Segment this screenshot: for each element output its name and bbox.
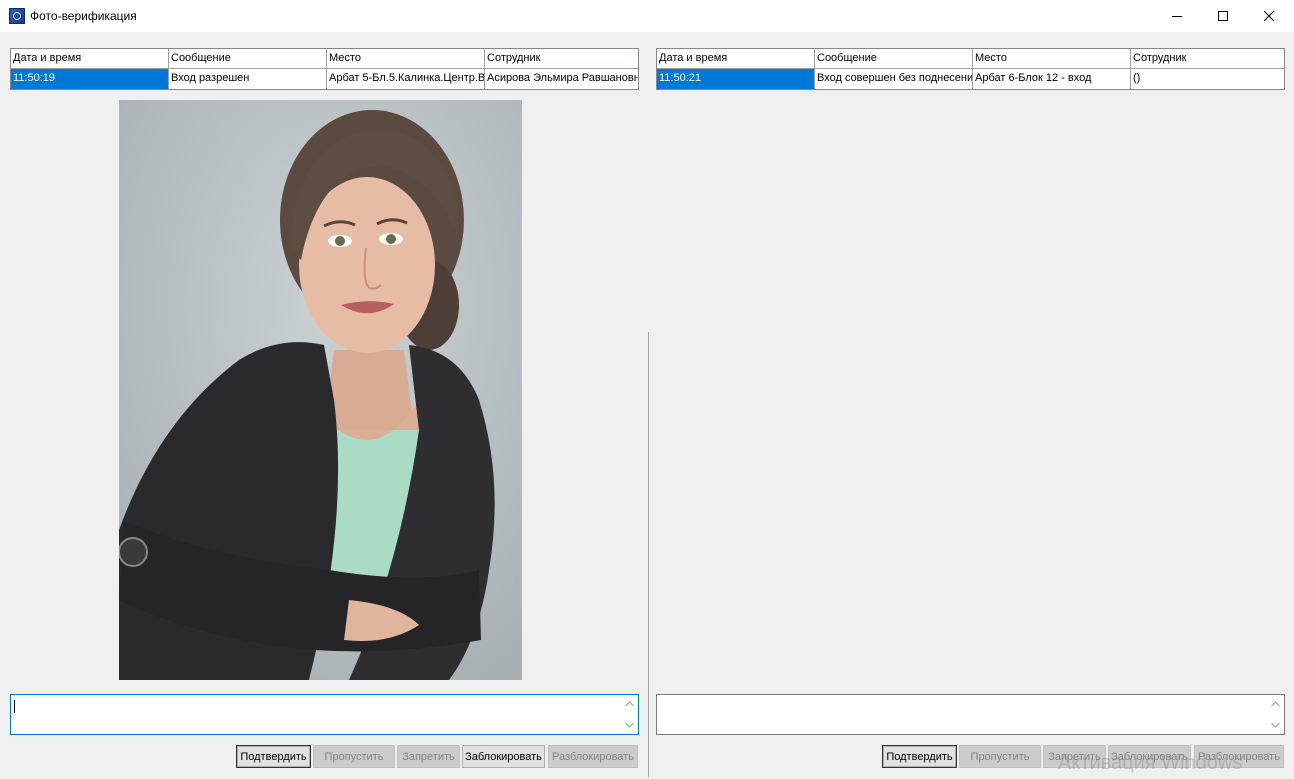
employee-photo	[119, 100, 522, 680]
chevron-up-icon[interactable]	[625, 701, 634, 707]
close-button[interactable]	[1246, 0, 1292, 32]
right-comment-field[interactable]	[656, 694, 1285, 735]
cell-employee[interactable]: Асирова Эльмира Равшановн	[485, 69, 638, 89]
text-caret	[14, 700, 15, 713]
minimize-icon	[1171, 15, 1182, 17]
cube-app-icon[interactable]	[9, 8, 25, 24]
close-icon	[1263, 10, 1274, 21]
unblock-button[interactable]: Разблокировать	[548, 745, 638, 768]
confirm-button[interactable]: Подтвердить	[882, 745, 957, 768]
windows-activation-watermark: Активация Windows	[1058, 752, 1243, 774]
skip-button[interactable]: Пропустить	[959, 745, 1041, 768]
column-header-employee[interactable]: Сотрудник	[1131, 49, 1284, 69]
cell-datetime[interactable]: 11:50:19	[11, 69, 169, 89]
confirm-button[interactable]: Подтвердить	[236, 745, 311, 768]
chevron-up-icon[interactable]	[1271, 701, 1280, 707]
cell-employee[interactable]: ()	[1131, 69, 1284, 89]
column-header-employee[interactable]: Сотрудник	[485, 49, 638, 69]
minimize-button[interactable]	[1154, 0, 1200, 32]
column-header-datetime[interactable]: Дата и время	[11, 49, 169, 69]
column-header-message[interactable]: Сообщение	[169, 49, 327, 69]
chevron-down-icon[interactable]	[625, 722, 634, 728]
deny-button[interactable]: Запретить	[397, 745, 460, 768]
vertical-scrollbar[interactable]	[1267, 695, 1284, 734]
skip-button[interactable]: Пропустить	[313, 745, 395, 768]
maximize-icon	[1217, 10, 1228, 21]
chevron-down-icon[interactable]	[1271, 722, 1280, 728]
vertical-scrollbar[interactable]	[621, 695, 638, 734]
cell-message[interactable]: Вход совершен без поднесени	[815, 69, 973, 89]
window-title: Фото-верификация	[30, 9, 137, 23]
left-comment-field[interactable]	[10, 694, 639, 735]
title-bar[interactable]: Фото-верификация	[0, 0, 1294, 33]
right-events-grid[interactable]: Дата и время Сообщение Место Сотрудник 1…	[656, 48, 1285, 90]
column-header-place[interactable]: Место	[327, 49, 485, 69]
maximize-button[interactable]	[1200, 0, 1246, 32]
column-header-datetime[interactable]: Дата и время	[657, 49, 815, 69]
cell-datetime[interactable]: 11:50:21	[657, 69, 815, 89]
column-header-message[interactable]: Сообщение	[815, 49, 973, 69]
left-events-grid[interactable]: Дата и время Сообщение Место Сотрудник 1…	[10, 48, 639, 90]
cell-place[interactable]: Арбат 5-Бл.5.Калинка.Центр.В	[327, 69, 485, 89]
column-header-place[interactable]: Место	[973, 49, 1131, 69]
cell-place[interactable]: Арбат 6-Блок 12 - вход	[973, 69, 1131, 89]
panel-divider[interactable]	[648, 332, 649, 777]
employee-portrait-image	[119, 100, 522, 680]
block-button[interactable]: Заблокировать	[462, 745, 545, 768]
cell-message[interactable]: Вход разрешен	[169, 69, 327, 89]
